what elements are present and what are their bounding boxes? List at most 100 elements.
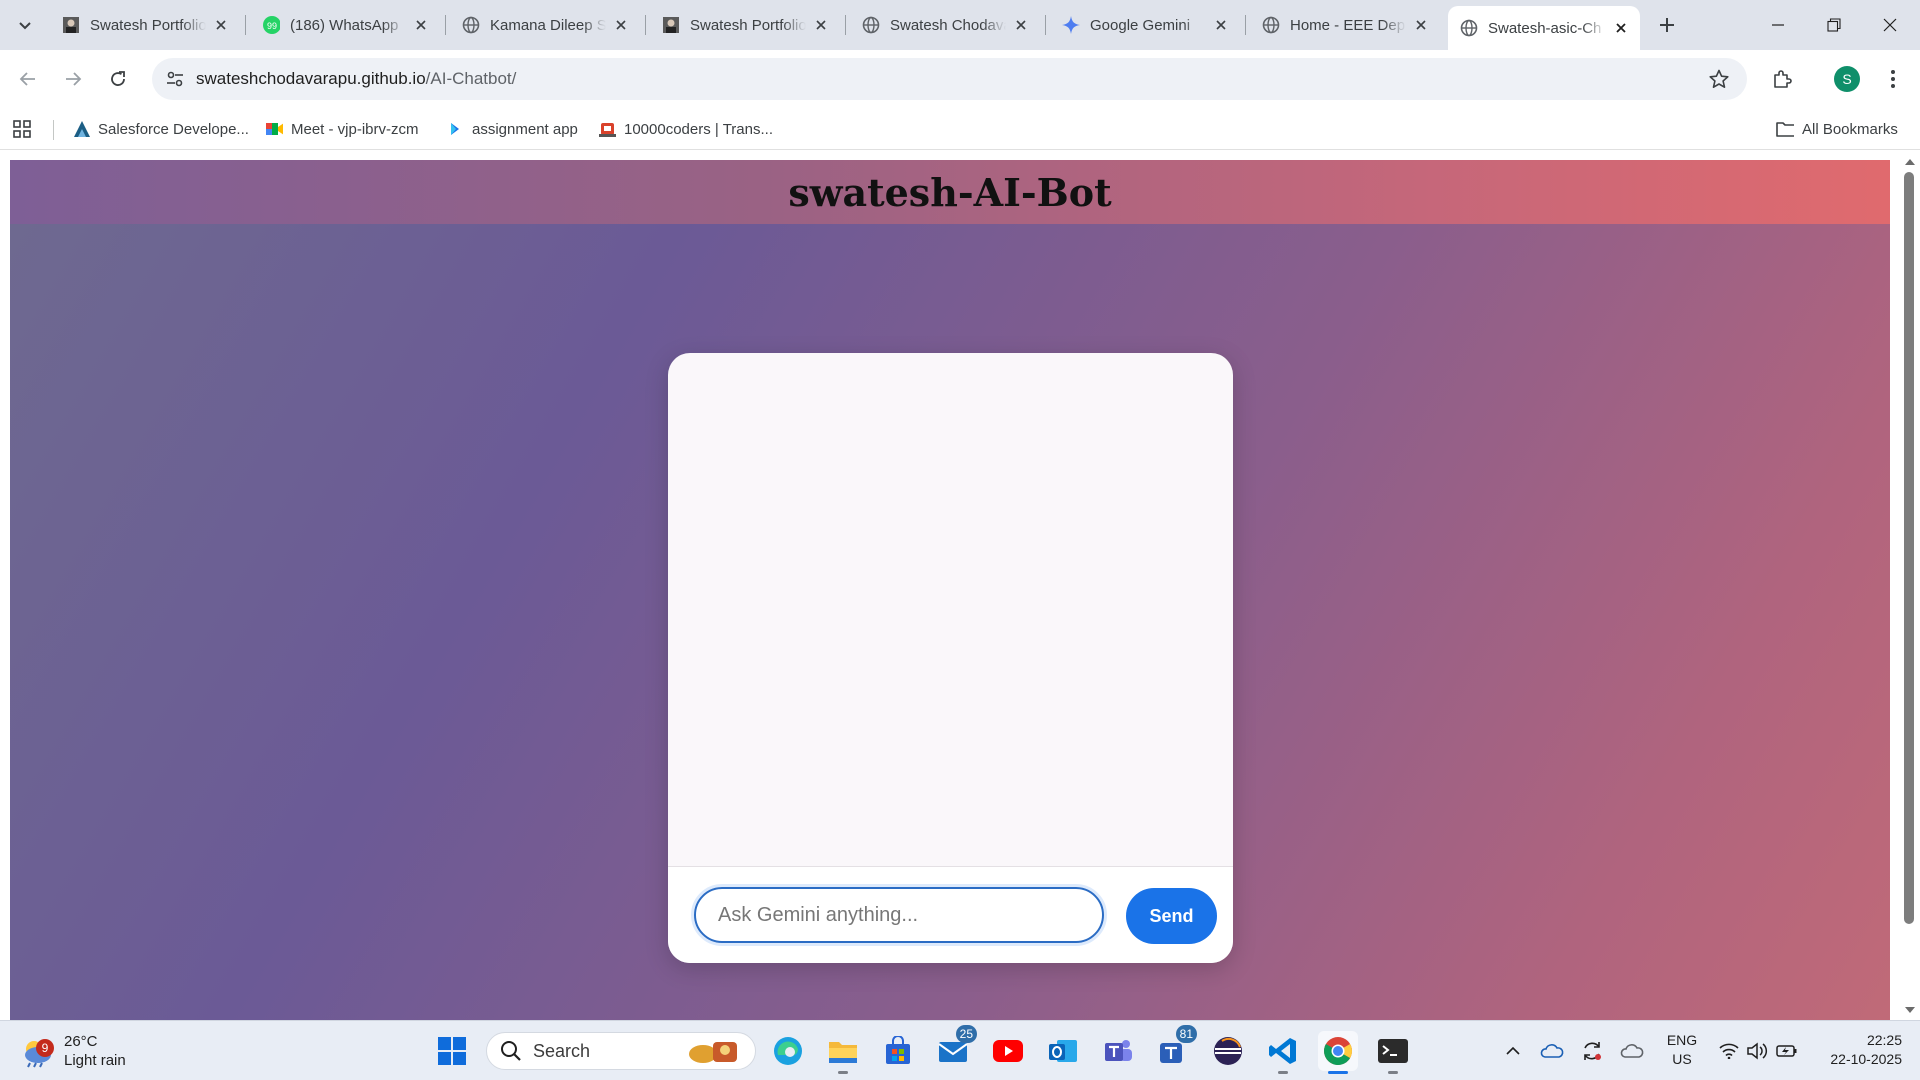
site-info-button[interactable]: [160, 64, 190, 94]
bookmark-label: Meet - vjp-ibrv-zcm: [291, 120, 419, 138]
taskbar-teams[interactable]: [1098, 1031, 1138, 1071]
close-tab-icon[interactable]: [212, 16, 230, 34]
tray-volume[interactable]: [1744, 1037, 1770, 1065]
language-indicator[interactable]: ENG US: [1660, 1031, 1704, 1069]
globe-favicon-icon: [1460, 19, 1478, 37]
start-button[interactable]: [432, 1031, 472, 1071]
close-tab-icon[interactable]: [1012, 16, 1030, 34]
back-button[interactable]: [13, 64, 43, 94]
taskbar-youtube[interactable]: [988, 1031, 1028, 1071]
region-label: US: [1672, 1051, 1692, 1067]
tab-strip: Swatesh Portfolio 99 (186) WhatsApp Kama…: [0, 0, 1920, 50]
globe-favicon-icon: [862, 16, 880, 34]
page-scrollbar[interactable]: [1900, 150, 1920, 1020]
tab-title: Swatesh-asic-Ch: [1488, 19, 1602, 37]
google-meet-icon: [265, 120, 283, 138]
scrollbar-thumb[interactable]: [1904, 172, 1914, 924]
chat-input[interactable]: [691, 884, 1107, 946]
forward-button[interactable]: [58, 64, 88, 94]
minimize-icon: [1772, 24, 1784, 26]
tab-whatsapp[interactable]: 99 (186) WhatsApp: [250, 8, 440, 42]
bookmark-salesforce[interactable]: Salesforce Develope...: [72, 116, 249, 142]
chat-messages-area[interactable]: [668, 353, 1233, 866]
taskbar-edge[interactable]: [768, 1031, 808, 1071]
bookmark-star-button[interactable]: [1705, 65, 1733, 93]
store-icon: [886, 1036, 910, 1064]
site-header: swatesh-AI-Bot: [10, 160, 1890, 224]
all-bookmarks-label: All Bookmarks: [1802, 120, 1898, 138]
terminal-icon: [1378, 1039, 1408, 1063]
search-label: Search: [533, 1040, 591, 1061]
scroll-down-arrow-icon[interactable]: [1903, 1004, 1917, 1016]
send-button[interactable]: Send: [1126, 888, 1217, 944]
globe-favicon-icon: [1262, 16, 1280, 34]
taskbar-search[interactable]: Search: [486, 1032, 756, 1070]
salesforce-icon: [72, 120, 90, 138]
clock-time: 22:25: [1866, 1032, 1902, 1048]
tab-home-eee-dep[interactable]: Home - EEE Dep: [1250, 8, 1440, 42]
reload-button[interactable]: [103, 64, 133, 94]
taskbar-terminal[interactable]: [1373, 1031, 1413, 1074]
show-hidden-icons-button[interactable]: [1500, 1037, 1526, 1065]
vscode-icon: [1269, 1038, 1296, 1064]
bookmark-10000coders[interactable]: 10000coders | Trans...: [598, 116, 773, 142]
taskbar-teams-classic[interactable]: 81: [1153, 1025, 1197, 1071]
tune-icon: [167, 71, 183, 87]
apps-button[interactable]: [12, 116, 32, 142]
chat-input-row: Send: [668, 866, 1233, 963]
address-bar[interactable]: swateshchodavarapu.github.io/AI-Chatbot/: [152, 58, 1747, 100]
close-tab-icon[interactable]: [612, 16, 630, 34]
tray-cloud[interactable]: [1618, 1037, 1646, 1065]
taskbar-outlook[interactable]: [1043, 1031, 1083, 1071]
url-text[interactable]: swateshchodavarapu.github.io/AI-Chatbot/: [196, 69, 516, 89]
puzzle-icon: [1774, 70, 1792, 88]
globe-favicon-icon: [462, 16, 480, 34]
close-tab-icon[interactable]: [412, 16, 430, 34]
chat-container: Send: [668, 353, 1233, 963]
arrow-right-icon: [66, 72, 82, 86]
all-bookmarks-button[interactable]: All Bookmarks: [1776, 116, 1898, 142]
tab-title: Swatesh Portfolio: [690, 16, 806, 34]
taskbar-file-explorer[interactable]: [823, 1031, 863, 1074]
minimize-button[interactable]: [1750, 0, 1806, 50]
tab-google-gemini[interactable]: Google Gemini: [1050, 8, 1240, 42]
tab-swatesh-portfolio-1[interactable]: Swatesh Portfolio: [50, 8, 240, 42]
search-icon: [499, 1039, 523, 1063]
scroll-up-arrow-icon[interactable]: [1903, 156, 1917, 168]
close-tab-icon[interactable]: [1412, 16, 1430, 34]
tab-swatesh-asic-chatbot[interactable]: Swatesh-asic-Ch: [1448, 6, 1640, 50]
tray-wifi[interactable]: [1716, 1037, 1742, 1065]
close-tab-icon[interactable]: [812, 16, 830, 34]
close-tab-icon[interactable]: [1612, 19, 1630, 37]
chrome-menu-button[interactable]: [1878, 64, 1908, 94]
teams-icon: [1105, 1040, 1132, 1061]
taskbar-vscode[interactable]: [1263, 1031, 1303, 1074]
bookmark-google-meet[interactable]: Meet - vjp-ibrv-zcm: [265, 116, 419, 142]
tray-onedrive[interactable]: [1538, 1037, 1566, 1065]
taskbar-microsoft-store[interactable]: [878, 1031, 918, 1071]
tray-sync[interactable]: [1578, 1037, 1606, 1065]
windows-logo-icon: [438, 1037, 466, 1065]
tab-search-button[interactable]: [10, 10, 40, 40]
tray-battery[interactable]: [1774, 1037, 1800, 1065]
profile-avatar[interactable]: S: [1834, 66, 1860, 92]
weather-widget[interactable]: 9 26°C Light rain: [20, 1030, 126, 1072]
folder-icon: [1776, 120, 1794, 138]
mail-badge: 25: [955, 1025, 977, 1043]
new-tab-button[interactable]: [1652, 10, 1682, 40]
close-tab-icon[interactable]: [1212, 16, 1230, 34]
tab-separator: [245, 15, 246, 35]
extensions-button[interactable]: [1767, 64, 1797, 94]
tab-kamana-dileep[interactable]: Kamana Dileep S: [450, 8, 640, 42]
clock[interactable]: 22:25 22-10-2025: [1812, 1031, 1902, 1069]
tab-title: Swatesh Chodavarapu: [890, 16, 1006, 34]
taskbar-eclipse[interactable]: [1208, 1031, 1248, 1071]
tab-swatesh-portfolio-2[interactable]: Swatesh Portfolio: [650, 8, 840, 42]
taskbar-mail[interactable]: 25: [933, 1025, 977, 1071]
tab-separator: [445, 15, 446, 35]
bookmark-assignment-app[interactable]: assignment app: [446, 116, 578, 142]
taskbar-chrome[interactable]: [1318, 1031, 1358, 1074]
close-window-button[interactable]: [1862, 0, 1918, 50]
tab-swatesh-chodavarapu[interactable]: Swatesh Chodavarapu: [850, 8, 1040, 42]
restore-button[interactable]: [1806, 0, 1862, 50]
